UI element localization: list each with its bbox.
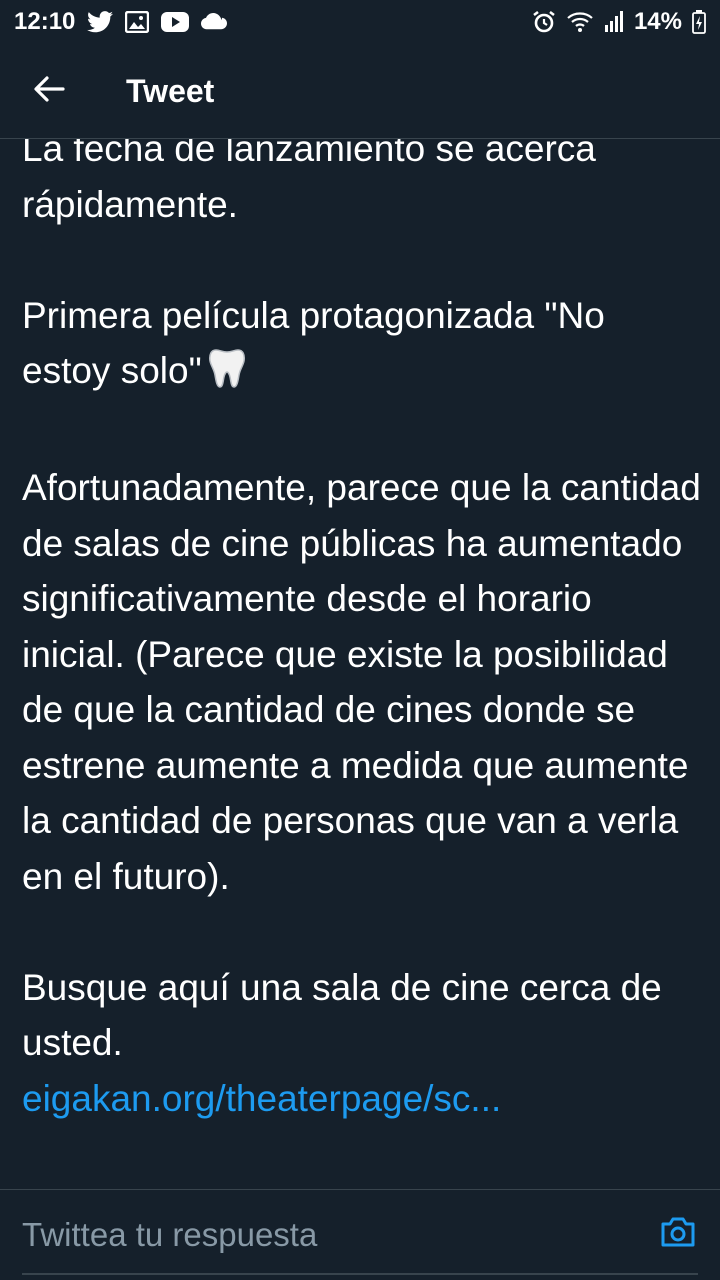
- twitter-icon: [87, 11, 114, 33]
- wifi-icon: [566, 11, 594, 33]
- camera-button[interactable]: [658, 1214, 698, 1254]
- tweet-paragraph-4: Busque aquí una sala de cine cerca de us…: [22, 966, 662, 1064]
- battery-charging-icon: [692, 10, 706, 34]
- status-bar: 12:10 14%: [0, 0, 720, 44]
- page-title: Tweet: [126, 72, 215, 109]
- camera-icon: [660, 1216, 696, 1253]
- app-bar: Tweet: [0, 44, 720, 139]
- reply-underline: [22, 1273, 698, 1275]
- tweet-text: La fecha de lanzamiento se acerca rápida…: [22, 139, 702, 1126]
- cloud-icon: [201, 13, 228, 31]
- status-time: 12:10: [14, 8, 76, 35]
- status-right: 14%: [532, 8, 706, 36]
- tooth-emoji: [208, 347, 246, 405]
- tweet-paragraph-2: Primera película protagonizada "No estoy…: [22, 288, 702, 405]
- reply-bar: Twittea tu respuesta: [0, 1189, 720, 1280]
- tweet-scroll-area[interactable]: La fecha de lanzamiento se acerca rápida…: [0, 139, 720, 1189]
- tweet-paragraph-1: La fecha de lanzamiento se acerca rápida…: [22, 139, 702, 232]
- gallery-icon: [125, 11, 150, 33]
- battery-level: 14%: [633, 8, 682, 35]
- status-left: 12:10: [14, 8, 228, 36]
- signal-icon: [604, 11, 624, 33]
- tweet-paragraph-1-end: rápidamente.: [22, 183, 238, 225]
- alarm-icon: [532, 10, 556, 34]
- tweet-cut-off-line: La fecha de lanzamiento se acerca: [22, 139, 596, 169]
- reply-input[interactable]: Twittea tu respuesta: [22, 1210, 632, 1260]
- tweet-link[interactable]: eigakan.org/theaterpage/sc...: [22, 1078, 501, 1119]
- tweet-paragraph-3: Afortunadamente, parece que la cantidad …: [22, 467, 701, 897]
- arrow-left-icon: [33, 75, 65, 108]
- youtube-icon: [161, 12, 190, 32]
- back-button[interactable]: [20, 62, 78, 120]
- tweet-paragraph-2-text: Primera película protagonizada "No estoy…: [22, 294, 605, 392]
